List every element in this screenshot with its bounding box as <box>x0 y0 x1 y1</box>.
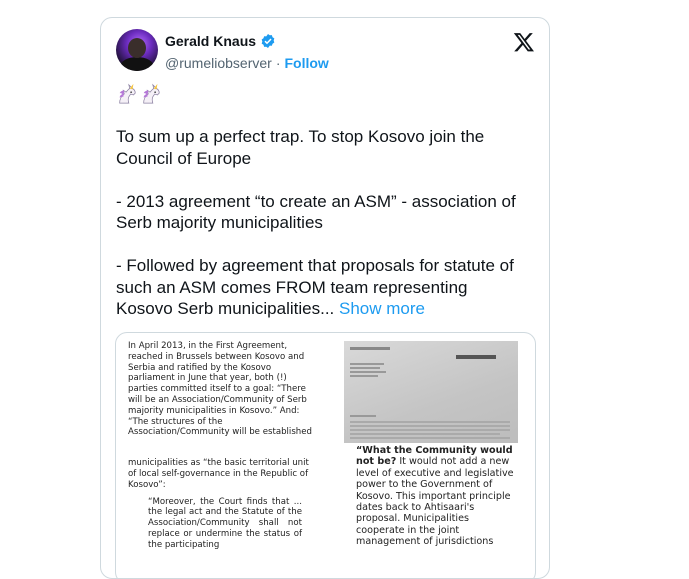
author-name-row: Gerald Knaus <box>165 33 276 49</box>
tweet-paragraph-text: - Followed by agreement that proposals f… <box>116 256 514 318</box>
separator-dot: · <box>275 55 281 71</box>
media-image[interactable]: In April 2013, in the First Agreement, r… <box>115 332 536 578</box>
follow-button[interactable]: Follow <box>284 55 328 71</box>
unicorn-emoji-icon <box>143 83 160 104</box>
doc-paragraph: municipalities as “the basic territorial… <box>128 458 309 490</box>
doc-body: It would not add a new level of executiv… <box>356 456 514 548</box>
tweet-paragraph: - 2013 agreement “to create an ASM” - as… <box>116 191 516 233</box>
tweet-text: To sum up a perfect trap. To stop Kosovo… <box>116 126 521 320</box>
tweet-card[interactable]: Gerald Knaus @rumeliobserver · Follow To… <box>100 17 550 579</box>
doc-paragraph: In April 2013, in the First Agreement, r… <box>128 341 312 438</box>
x-logo-icon[interactable] <box>513 31 535 53</box>
document-excerpt-left: In April 2013, in the First Agreement, r… <box>128 341 314 578</box>
letter-photo <box>344 341 518 443</box>
tweet-paragraph: To sum up a perfect trap. To stop Kosovo… <box>116 127 485 168</box>
unicorn-emoji-icon <box>119 83 136 104</box>
author-handle[interactable]: @rumeliobserver <box>165 55 272 71</box>
author-handle-row: @rumeliobserver · Follow <box>165 55 329 71</box>
document-excerpt-right: “What the Community would not be? It wou… <box>344 341 520 578</box>
doc-quote: “Moreover, the Court finds that ... the … <box>148 496 302 550</box>
doc-right-text: “What the Community would not be? It wou… <box>356 445 518 548</box>
emoji-row <box>116 83 162 105</box>
avatar-shoulders <box>120 57 154 71</box>
author-name[interactable]: Gerald Knaus <box>165 33 256 49</box>
author-avatar[interactable] <box>116 29 158 71</box>
avatar-face <box>128 38 146 58</box>
tweet-paragraph-last: - Followed by agreement that proposals f… <box>116 255 521 320</box>
show-more-link[interactable]: Show more <box>339 299 425 318</box>
doc-gap <box>128 444 314 458</box>
verified-badge-icon <box>261 34 275 48</box>
